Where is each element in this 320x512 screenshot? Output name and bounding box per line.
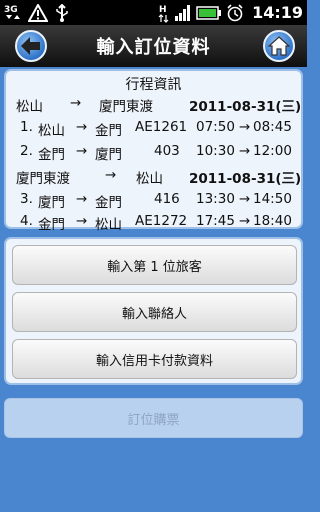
flight-sep: → [239, 191, 251, 207]
enter-contact-button[interactable]: 輸入聯絡人 [12, 292, 297, 332]
segment-arrow: → [70, 95, 82, 111]
segment-header: 廈門東渡 → 松山 2011-08-31(三) [16, 167, 301, 187]
segment-arrow: → [105, 167, 117, 183]
itinerary-title: 行程資訊 [125, 77, 182, 93]
flight-index: 4. [20, 213, 33, 229]
signal-strength-icon [174, 4, 192, 21]
flight-from: 金門 [38, 217, 65, 233]
segment-date: 2011-08-31(三) [189, 99, 302, 115]
flight-dep: 10:30 [196, 143, 235, 159]
flight-index: 2. [20, 143, 33, 159]
arrow-left-icon [21, 37, 40, 55]
flight-arr: 08:45 [253, 119, 292, 135]
flight-row: 3. 廈門 → 金門 416 13:30 → 14:50 [16, 191, 295, 211]
flight-arr: 12:00 [253, 143, 292, 159]
enter-payment-button[interactable]: 輸入信用卡付款資料 [12, 339, 297, 379]
flight-index: 3. [20, 191, 33, 207]
alarm-clock-icon [226, 3, 244, 22]
title-bar: 輸入訂位資料 [0, 25, 307, 67]
flight-number: AE1272 [135, 213, 188, 229]
flight-dep: 13:30 [196, 191, 235, 207]
battery-icon [196, 5, 222, 20]
data-activity-icon: H [158, 3, 170, 23]
flight-sep: → [239, 213, 251, 229]
book-ticket-button[interactable]: 訂位購票 [4, 398, 303, 438]
flight-index: 1. [20, 119, 33, 135]
itinerary-card: 行程資訊 松山 → 廈門東渡 2011-08-31(三) 1. 松山 → 金門 … [4, 69, 303, 233]
segment-from: 松山 [16, 99, 43, 115]
flight-arrow: → [76, 213, 88, 229]
flight-dep: 07:50 [196, 119, 235, 135]
usb-icon [54, 3, 70, 22]
flight-to: 金門 [95, 195, 122, 211]
flight-to: 松山 [95, 217, 122, 233]
flight-arr: 18:40 [253, 213, 292, 229]
segment-to: 松山 [136, 171, 163, 187]
booking-steps-panel: 輸入第 1 位旅客 輸入聯絡人 輸入信用卡付款資料 [4, 237, 303, 385]
flight-row: 1. 松山 → 金門 AE1261 07:50 → 08:45 [16, 119, 295, 139]
flight-number: 416 [154, 191, 180, 207]
back-button[interactable] [15, 30, 47, 62]
segment-header: 松山 → 廈門東渡 2011-08-31(三) [16, 95, 301, 115]
page-title: 輸入訂位資料 [96, 37, 211, 58]
flight-from: 松山 [38, 123, 65, 139]
flight-arrow: → [76, 191, 88, 207]
home-icon [268, 36, 290, 56]
segment-to: 廈門東渡 [99, 99, 153, 115]
enter-passenger-button[interactable]: 輸入第 1 位旅客 [12, 245, 297, 285]
status-bar: 3G H 14:19 [0, 0, 307, 25]
flight-sep: → [239, 143, 251, 159]
segment-date: 2011-08-31(三) [189, 171, 302, 187]
flight-number: 403 [154, 143, 180, 159]
flight-sep: → [239, 119, 251, 135]
flight-from: 廈門 [38, 195, 65, 211]
home-button[interactable] [263, 30, 295, 62]
flight-from: 金門 [38, 147, 65, 163]
flight-to: 金門 [95, 123, 122, 139]
network-3g-icon: 3G [4, 3, 22, 23]
warning-icon [28, 3, 48, 22]
segment-from: 廈門東渡 [16, 171, 70, 187]
clock-time: 14:19 [252, 3, 303, 22]
flight-arr: 14:50 [253, 191, 292, 207]
flight-to: 廈門 [95, 147, 122, 163]
flight-arrow: → [76, 143, 88, 159]
flight-arrow: → [76, 119, 88, 135]
network-label: 3G [4, 5, 18, 15]
flight-row: 4. 金門 → 松山 AE1272 17:45 → 18:40 [16, 213, 295, 233]
flight-row: 2. 金門 → 廈門 403 10:30 → 12:00 [16, 143, 295, 163]
data-label: H [159, 5, 167, 15]
flight-number: AE1261 [135, 119, 188, 135]
flight-dep: 17:45 [196, 213, 235, 229]
